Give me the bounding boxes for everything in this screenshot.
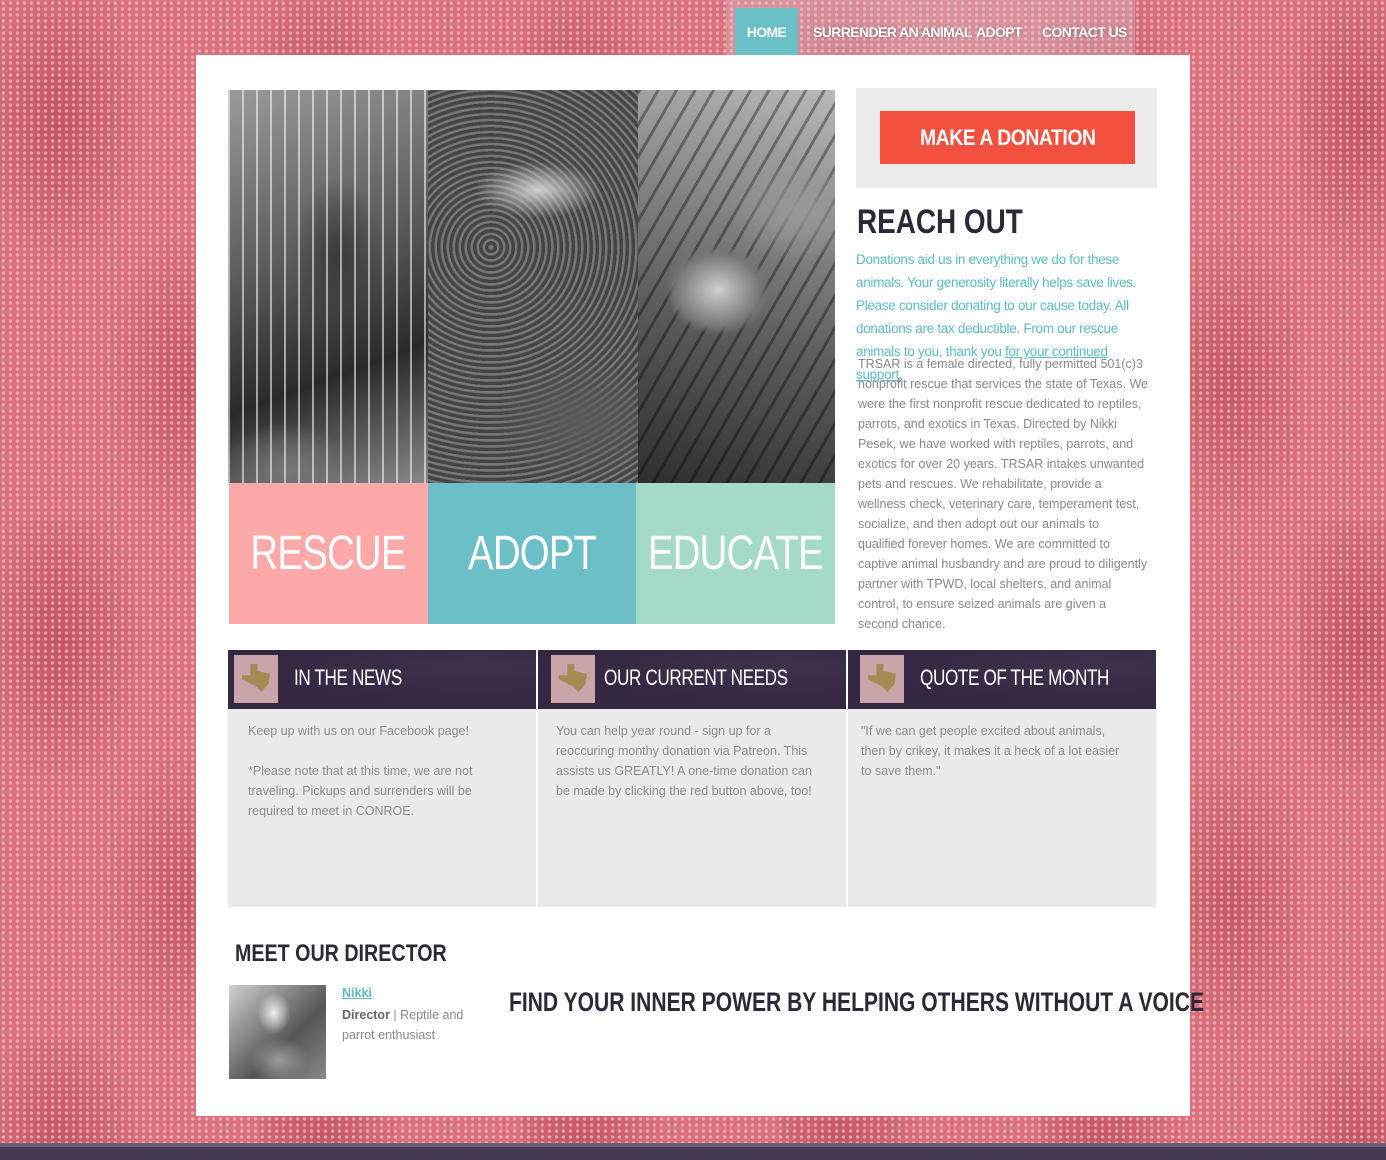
nav-home[interactable]: HOME	[735, 8, 798, 56]
parrot-photo	[228, 90, 428, 483]
educate-tile[interactable]: EDUCATE	[636, 483, 835, 624]
news-column: IN THE NEWS Keep up with us on our Faceb…	[228, 650, 536, 907]
tortoise-photo	[638, 90, 835, 483]
quote-paragraph: "If we can get people excited about anim…	[861, 724, 1120, 778]
news-header: IN THE NEWS	[228, 650, 536, 709]
news-paragraph: Keep up with us on our Facebook page!	[248, 724, 469, 738]
needs-header: OUR CURRENT NEEDS	[538, 650, 846, 709]
meet-director-title: MEET OUR DIRECTOR	[235, 940, 447, 967]
quote-column: QUOTE OF THE MONTH "If we can get people…	[848, 650, 1156, 907]
nav-surrender-an-animal[interactable]: SURRENDER AN ANIMAL	[813, 8, 972, 56]
slogan-heading: FIND YOUR INNER POWER BY HELPING OTHERS …	[509, 987, 1205, 1017]
texas-icon	[551, 655, 595, 703]
adopt-tile[interactable]: ADOPT	[428, 483, 636, 624]
news-title: IN THE NEWS	[294, 665, 402, 690]
needs-title: OUR CURRENT NEEDS	[604, 665, 788, 690]
news-paragraph: *Please note that at this time, we are n…	[248, 764, 473, 818]
reach-out-title: REACH OUT	[857, 203, 1023, 241]
page-content: RESCUE ADOPT EDUCATE MAKE A DONATION REA…	[196, 55, 1204, 1116]
needs-column: OUR CURRENT NEEDS You can help year roun…	[538, 650, 846, 907]
director-name-link[interactable]: Nikki	[342, 986, 372, 1000]
texas-icon	[234, 655, 278, 703]
nav-adopt[interactable]: ADOPT	[976, 8, 1023, 56]
texas-icon	[860, 655, 904, 703]
lizard-photo	[428, 90, 638, 483]
make-donation-button[interactable]: MAKE A DONATION	[880, 111, 1135, 164]
director-avatar	[229, 985, 326, 1079]
quote-body: "If we can get people excited about anim…	[861, 721, 1131, 781]
rescue-tile[interactable]: RESCUE	[229, 483, 428, 624]
quote-title: QUOTE OF THE MONTH	[920, 665, 1110, 690]
info-columns: IN THE NEWS Keep up with us on our Faceb…	[228, 650, 1156, 907]
footer-bar	[0, 1143, 1386, 1160]
needs-paragraph: You can help year round - sign up for a …	[556, 724, 812, 798]
donation-box: MAKE A DONATION	[856, 88, 1157, 188]
news-body: Keep up with us on our Facebook page! *P…	[248, 721, 518, 821]
quote-header: QUOTE OF THE MONTH	[848, 650, 1156, 709]
nav-contact-us[interactable]: CONTACT US	[1042, 8, 1127, 56]
about-text: TRSAR is a female directed, fully permit…	[858, 357, 1148, 631]
director-role: Director | Reptile and parrot enthusiast	[342, 1008, 464, 1042]
needs-body: You can help year round - sign up for a …	[556, 721, 826, 801]
hero-banner: RESCUE ADOPT EDUCATE	[228, 90, 835, 624]
